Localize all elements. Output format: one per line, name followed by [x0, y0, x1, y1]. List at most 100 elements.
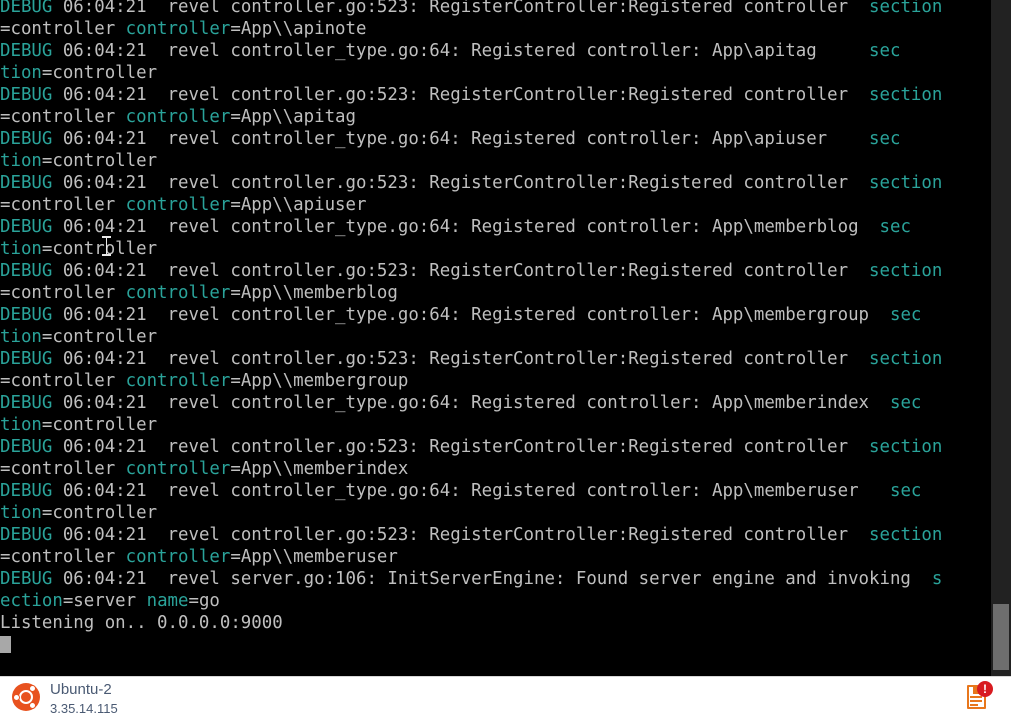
terminal-text-span: =App\\apinote	[230, 19, 367, 39]
error-badge: !	[977, 681, 993, 697]
terminal-text-span: tion	[0, 63, 42, 83]
terminal-text-span: DEBUG	[0, 41, 53, 61]
terminal-text-span: 06:04:21 revel server.go:106: InitServer…	[52, 569, 932, 589]
terminal-text-span: 06:04:21 revel controller_type.go:64: Re…	[52, 217, 880, 237]
ubuntu-dot-bottom-right	[29, 702, 36, 709]
document-line-1	[970, 696, 982, 698]
terminal-output[interactable]: DEBUG 06:04:21 revel controller.go:523: …	[0, 0, 991, 676]
terminal-line: tion=controller	[0, 326, 991, 348]
terminal-line: tion=controller	[0, 502, 991, 524]
terminal-text-span: sec	[869, 129, 901, 149]
terminal-line: DEBUG 06:04:21 revel controller_type.go:…	[0, 392, 991, 414]
terminal-text-span: tion	[0, 327, 42, 347]
terminal-text-span: s	[931, 569, 943, 589]
terminal-line: DEBUG 06:04:21 revel controller.go:523: …	[0, 0, 991, 18]
terminal-text-span: controller	[125, 19, 231, 39]
terminal-text-span: DEBUG	[0, 173, 53, 193]
terminal-line: =controller controller=App\\membergroup	[0, 370, 991, 392]
terminal-line: ection=server name=go	[0, 590, 991, 612]
terminal-text-span: =controller	[0, 547, 126, 567]
terminal-text-span: sec	[889, 305, 922, 325]
terminal-text-span: Listening on.. 0.0.0.0:9000	[0, 613, 283, 633]
ubuntu-dot-left	[13, 693, 20, 701]
terminal-line: DEBUG 06:04:21 revel controller.go:523: …	[0, 436, 991, 458]
terminal-text-span: section	[869, 525, 943, 545]
terminal-prompt-line	[0, 634, 991, 656]
terminal-text-span: controller	[125, 107, 231, 127]
terminal-window[interactable]: DEBUG 06:04:21 revel controller.go:523: …	[0, 0, 1011, 676]
terminal-text-span: section	[869, 261, 943, 281]
terminal-text-span: =controller	[41, 239, 158, 259]
terminal-text-span: 06:04:21 revel controller_type.go:64: Re…	[52, 481, 890, 501]
terminal-text-span: 06:04:21 revel controller_type.go:64: Re…	[52, 393, 890, 413]
terminal-text-span: ection	[0, 591, 63, 611]
terminal-text-span: section	[869, 0, 943, 17]
terminal-text-span: DEBUG	[0, 349, 53, 369]
terminal-line: =controller controller=App\\apitag	[0, 106, 991, 128]
terminal-text-span: =controller	[41, 151, 158, 171]
taskbar-item-subtitle: 3.35.14.115	[50, 701, 118, 714]
terminal-text-span: DEBUG	[0, 0, 53, 17]
terminal-text-span: 06:04:21 revel controller.go:523: Regist…	[52, 173, 870, 193]
terminal-text-span: =controller	[41, 503, 158, 523]
terminal-text-span: DEBUG	[0, 393, 53, 413]
taskbar-item-title: Ubuntu-2	[50, 681, 112, 698]
terminal-text-span: DEBUG	[0, 217, 53, 237]
terminal-text-span: tion	[0, 415, 42, 435]
terminal-text-span: 06:04:21 revel controller.go:523: Regist…	[52, 349, 870, 369]
terminal-text-span: tion	[0, 239, 42, 259]
terminal-text-span: =controller	[0, 459, 126, 479]
terminal-text-span: =App\\apitag	[230, 107, 356, 127]
terminal-line: tion=controller	[0, 62, 991, 84]
terminal-text-span: section	[869, 349, 943, 369]
terminal-line: =controller controller=App\\apinote	[0, 18, 991, 40]
terminal-line: DEBUG 06:04:21 revel controller_type.go:…	[0, 40, 991, 62]
terminal-line: =controller controller=App\\memberuser	[0, 546, 991, 568]
terminal-text-span: =controller	[0, 19, 126, 39]
terminal-cursor	[0, 636, 11, 653]
terminal-text-span: 06:04:21 revel controller.go:523: Regist…	[52, 437, 870, 457]
ubuntu-logo-icon	[12, 683, 40, 711]
terminal-line: DEBUG 06:04:21 revel controller.go:523: …	[0, 348, 991, 370]
taskbar-item-ubuntu-2[interactable]: Ubuntu-2 3.35.14.115	[0, 677, 118, 714]
terminal-text-span: =App\\memberuser	[230, 547, 398, 567]
terminal-text-span: name	[146, 591, 189, 611]
terminal-text-span: =controller	[41, 327, 158, 347]
terminal-line: tion=controller	[0, 238, 991, 260]
terminal-text-span: DEBUG	[0, 481, 53, 501]
terminal-line: DEBUG 06:04:21 revel controller.go:523: …	[0, 524, 991, 546]
terminal-text-span: =controller	[0, 283, 126, 303]
terminal-line: tion=controller	[0, 150, 991, 172]
terminal-text-span: controller	[125, 195, 231, 215]
log-document-icon[interactable]: !	[965, 681, 993, 711]
terminal-text-span: DEBUG	[0, 437, 53, 457]
terminal-text-span: section	[869, 85, 943, 105]
terminal-line: DEBUG 06:04:21 revel controller_type.go:…	[0, 304, 991, 326]
terminal-text-span: DEBUG	[0, 129, 53, 149]
terminal-text-span: controller	[125, 459, 231, 479]
terminal-text-span: sec	[889, 481, 922, 501]
terminal-text-span: tion	[0, 151, 42, 171]
terminal-scrollbar[interactable]	[991, 0, 1011, 676]
terminal-text-span: section	[869, 437, 943, 457]
terminal-line: DEBUG 06:04:21 revel controller.go:523: …	[0, 84, 991, 106]
terminal-text-span: =App\\memberblog	[230, 283, 398, 303]
terminal-text-span: 06:04:21 revel controller.go:523: Regist…	[52, 525, 870, 545]
terminal-text-span: tion	[0, 503, 42, 523]
terminal-line: DEBUG 06:04:21 revel controller_type.go:…	[0, 480, 991, 502]
terminal-text-span: DEBUG	[0, 525, 53, 545]
terminal-line: =controller controller=App\\apiuser	[0, 194, 991, 216]
terminal-line: tion=controller	[0, 414, 991, 436]
terminal-text-span: =go	[188, 591, 220, 611]
terminal-line: =controller controller=App\\memberindex	[0, 458, 991, 480]
taskbar-item-labels: Ubuntu-2 3.35.14.115	[50, 681, 118, 714]
terminal-text-span: =controller	[41, 415, 158, 435]
terminal-text-span: controller	[125, 283, 231, 303]
terminal-text-span: =controller	[0, 107, 126, 127]
scrollbar-thumb[interactable]	[993, 604, 1009, 670]
ubuntu-dot-top-right	[29, 685, 36, 692]
taskbar-tray: !	[965, 677, 1011, 714]
terminal-text-span: 06:04:21 revel controller.go:523: Regist…	[52, 85, 870, 105]
terminal-line: DEBUG 06:04:21 revel controller_type.go:…	[0, 128, 991, 150]
terminal-text-span: =controller	[0, 195, 126, 215]
